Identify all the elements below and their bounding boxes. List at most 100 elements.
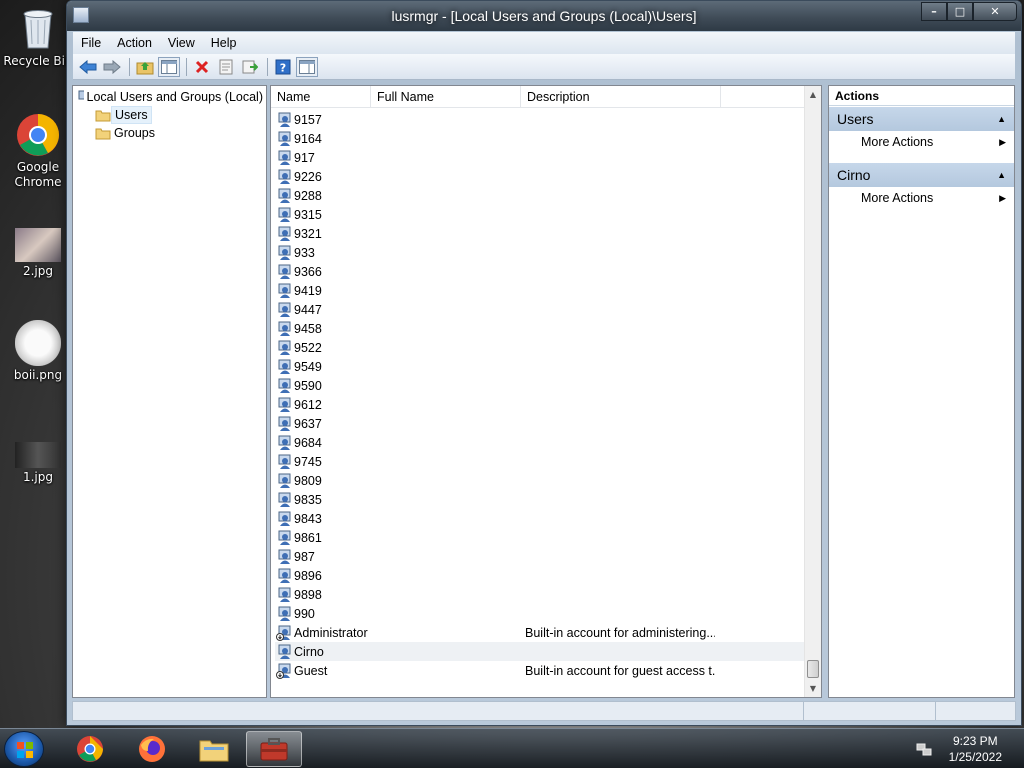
user-icon bbox=[278, 150, 291, 165]
user-name: 9321 bbox=[294, 226, 322, 241]
collapse-arrow-icon[interactable]: ▲ bbox=[997, 170, 1006, 180]
user-name: 9637 bbox=[294, 416, 322, 431]
desktop-icon-1-jpg[interactable]: 1.jpg bbox=[2, 442, 74, 485]
tree-item-groups[interactable]: Groups bbox=[73, 124, 266, 142]
actions-section-users[interactable]: Users ▲ bbox=[829, 107, 1014, 131]
taskbar-clock[interactable]: 9:23 PM 1/25/2022 bbox=[949, 733, 1002, 765]
user-row[interactable]: 9861 bbox=[275, 528, 807, 547]
scroll-down-arrow-icon[interactable]: ▼ bbox=[805, 680, 821, 697]
desktop-icon-label: 1.jpg bbox=[22, 470, 54, 484]
action-more-actions-cirno[interactable]: More Actions ▶ bbox=[829, 187, 1014, 209]
desktop-icon-recycle-bin[interactable]: Recycle Bin bbox=[2, 6, 74, 69]
user-name: 9226 bbox=[294, 169, 322, 184]
tree-item-users[interactable]: Users bbox=[73, 106, 266, 124]
taskbar-google-chrome[interactable] bbox=[62, 731, 118, 767]
user-name-cell: 9896 bbox=[275, 568, 525, 584]
vertical-scrollbar[interactable]: ▲ ▼ bbox=[804, 86, 821, 697]
user-row[interactable]: 9809 bbox=[275, 471, 807, 490]
user-row[interactable]: 9366 bbox=[275, 262, 807, 281]
user-row[interactable]: Guest Built-in account for guest access t… bbox=[275, 661, 807, 680]
column-header-description[interactable]: Description bbox=[521, 86, 721, 107]
user-name-cell: 9809 bbox=[275, 473, 525, 489]
user-row[interactable]: 9315 bbox=[275, 205, 807, 224]
user-name-cell: 9366 bbox=[275, 264, 525, 280]
title-bar[interactable]: lusrmgr - [Local Users and Groups (Local… bbox=[67, 1, 1021, 31]
user-row[interactable]: 9637 bbox=[275, 414, 807, 433]
menu-help[interactable]: Help bbox=[203, 36, 245, 50]
user-row[interactable]: 9458 bbox=[275, 319, 807, 338]
back-icon[interactable] bbox=[77, 57, 99, 77]
collapse-arrow-icon[interactable]: ▲ bbox=[997, 114, 1006, 124]
menu-file[interactable]: File bbox=[73, 36, 109, 50]
taskbar-firefox[interactable] bbox=[124, 731, 180, 767]
maximize-button[interactable]: □ bbox=[947, 2, 973, 21]
user-description: Built-in account for guest access t... bbox=[525, 663, 715, 678]
user-row[interactable]: 9549 bbox=[275, 357, 807, 376]
user-icon bbox=[278, 340, 291, 355]
column-header-name[interactable]: Name bbox=[271, 86, 371, 107]
user-row[interactable]: 9835 bbox=[275, 490, 807, 509]
user-row[interactable]: 9419 bbox=[275, 281, 807, 300]
user-row[interactable]: 9522 bbox=[275, 338, 807, 357]
user-name-cell: 9843 bbox=[275, 511, 525, 527]
taskbar: 9:23 PM 1/25/2022 bbox=[0, 728, 1024, 768]
network-tray-icon[interactable] bbox=[916, 741, 932, 757]
minimize-button[interactable]: – bbox=[921, 2, 947, 21]
taskbar-computer-management[interactable] bbox=[246, 731, 302, 767]
actions-section-cirno[interactable]: Cirno ▲ bbox=[829, 163, 1014, 187]
menu-action[interactable]: Action bbox=[109, 36, 160, 50]
user-row[interactable]: 933 bbox=[275, 243, 807, 262]
tree-item-label: Groups bbox=[114, 126, 155, 140]
user-name: 9612 bbox=[294, 397, 322, 412]
user-name-cell: 9835 bbox=[275, 492, 525, 508]
help-icon[interactable]: ? bbox=[272, 57, 294, 77]
user-row[interactable]: 9843 bbox=[275, 509, 807, 528]
start-button[interactable] bbox=[4, 731, 44, 767]
windows-logo-icon bbox=[17, 742, 33, 758]
desktop-icon-google-chrome[interactable]: Google Chrome bbox=[2, 112, 74, 190]
user-name: 9745 bbox=[294, 454, 322, 469]
user-icon bbox=[278, 587, 291, 602]
user-name-cell: 9288 bbox=[275, 188, 525, 204]
user-row[interactable]: 9684 bbox=[275, 433, 807, 452]
user-row[interactable]: 9157 bbox=[275, 110, 807, 129]
tree-root[interactable]: Local Users and Groups (Local) bbox=[73, 88, 266, 106]
user-icon bbox=[278, 416, 291, 431]
user-row[interactable]: 9745 bbox=[275, 452, 807, 471]
user-row[interactable]: Cirno bbox=[275, 642, 807, 661]
user-row[interactable]: 917 bbox=[275, 148, 807, 167]
action-more-actions-users[interactable]: More Actions ▶ bbox=[829, 131, 1014, 153]
forward-icon[interactable] bbox=[101, 57, 123, 77]
scrollbar-thumb[interactable] bbox=[807, 660, 819, 678]
user-row[interactable]: 9612 bbox=[275, 395, 807, 414]
user-row[interactable]: 9447 bbox=[275, 300, 807, 319]
show-hide-action-pane-icon[interactable] bbox=[296, 56, 318, 77]
close-button[interactable]: ✕ bbox=[973, 2, 1017, 21]
column-header-full-name[interactable]: Full Name bbox=[371, 86, 521, 107]
delete-icon[interactable] bbox=[191, 57, 213, 77]
taskbar-file-explorer[interactable] bbox=[186, 731, 242, 767]
user-row[interactable]: 987 bbox=[275, 547, 807, 566]
user-row[interactable]: 9590 bbox=[275, 376, 807, 395]
user-name: 9843 bbox=[294, 511, 322, 526]
lusrmgr-window: lusrmgr - [Local Users and Groups (Local… bbox=[66, 0, 1022, 726]
desktop-icon-boii-png[interactable]: boii.png bbox=[2, 320, 74, 383]
export-list-icon[interactable] bbox=[239, 57, 261, 77]
user-row[interactable]: 9898 bbox=[275, 585, 807, 604]
scroll-up-arrow-icon[interactable]: ▲ bbox=[805, 86, 821, 103]
desktop-icon-2-jpg[interactable]: 2.jpg bbox=[2, 228, 74, 279]
user-row[interactable]: 9321 bbox=[275, 224, 807, 243]
show-hide-tree-icon[interactable] bbox=[158, 56, 180, 77]
user-name: 9684 bbox=[294, 435, 322, 450]
user-row[interactable]: 9226 bbox=[275, 167, 807, 186]
properties-icon[interactable] bbox=[215, 57, 237, 77]
user-row[interactable]: 9896 bbox=[275, 566, 807, 585]
user-row[interactable]: 9164 bbox=[275, 129, 807, 148]
user-row[interactable]: 990 bbox=[275, 604, 807, 623]
up-folder-icon[interactable] bbox=[134, 57, 156, 77]
user-name-cell: 9861 bbox=[275, 530, 525, 546]
user-row[interactable]: Administrator Built-in account for admini… bbox=[275, 623, 807, 642]
toolbar-separator bbox=[129, 57, 130, 76]
user-row[interactable]: 9288 bbox=[275, 186, 807, 205]
menu-view[interactable]: View bbox=[160, 36, 203, 50]
